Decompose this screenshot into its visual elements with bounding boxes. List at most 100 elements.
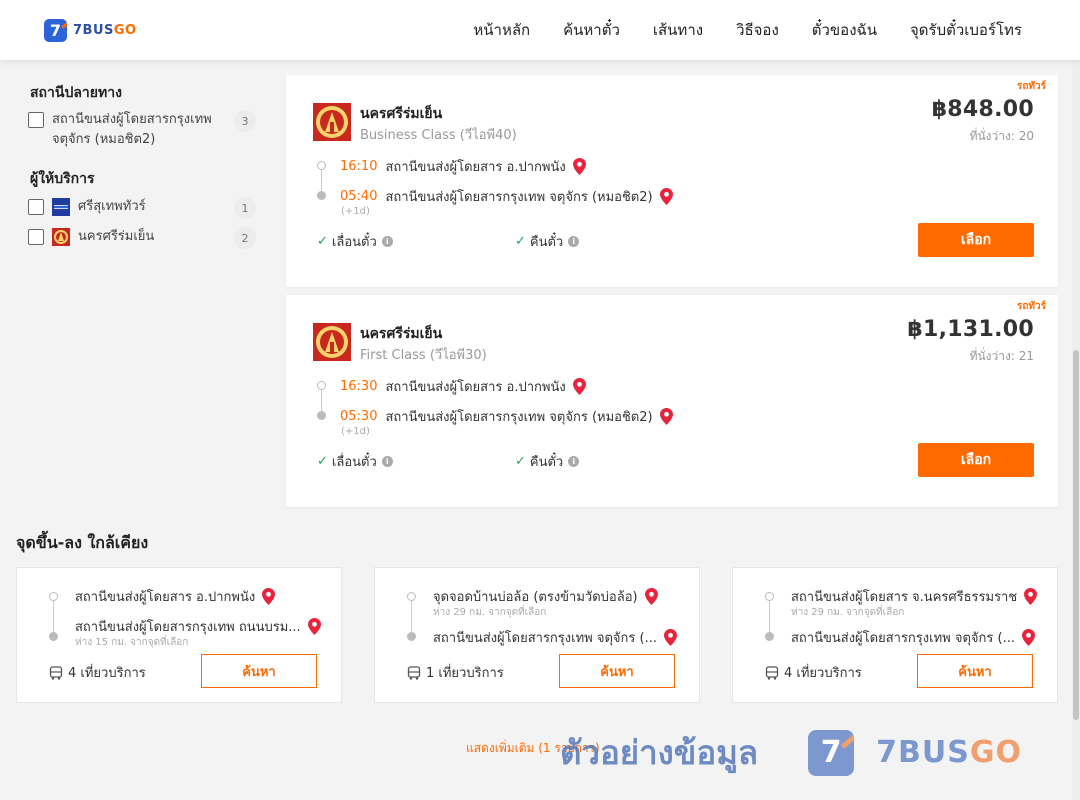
- refund-label: คืนตั๋ว: [529, 235, 564, 250]
- operator-count: 2: [234, 227, 256, 249]
- trip-count: 4 เที่ยวบริการ: [765, 662, 862, 683]
- nearby-search-button[interactable]: ค้นหา: [917, 654, 1033, 688]
- sample-watermark: ตัวอย่างข้อมูล 7 7BUSGO: [560, 726, 1022, 779]
- nearby-to-stop: สถานีขนส่งผู้โดยสารกรุงเทพ ถนนบรม...: [75, 616, 321, 637]
- map-pin-icon[interactable]: [572, 378, 586, 395]
- srisuthep-logo-icon: [52, 198, 70, 216]
- arrive-stop: 05:40 สถานีขนส่งผู้โดยสารกรุงเทพ จตุจักร…: [340, 186, 673, 207]
- trip-count-label: 4 เที่ยวบริการ: [68, 666, 146, 681]
- info-icon[interactable]: i: [568, 456, 580, 467]
- destination-filter-title: สถานีปลายทาง: [30, 85, 122, 101]
- from-distance: ห่าง 29 กม. จากจุดที่เลือก: [433, 607, 547, 618]
- bus-icon: [765, 665, 779, 680]
- nav-my-tickets[interactable]: ตั๋วของฉัน: [812, 18, 877, 42]
- map-pin-icon[interactable]: [572, 158, 586, 175]
- refund-label: คืนตั๋ว: [529, 455, 564, 470]
- operator-name: นครศรีร่มเย็น: [360, 326, 443, 342]
- operator-filter-item-nakhonsi[interactable]: นครศรีร่มเย็น 2: [28, 227, 256, 249]
- map-pin-icon[interactable]: [659, 188, 673, 205]
- map-pin-icon[interactable]: [663, 629, 677, 646]
- watermark-brand-a: 7BUS: [876, 735, 970, 770]
- logo-icon: 7: [44, 19, 67, 42]
- timeline-line: [411, 598, 412, 632]
- to-dot: [49, 632, 58, 641]
- map-pin-icon[interactable]: [1024, 588, 1038, 605]
- arrive-time: 05:40: [340, 189, 378, 204]
- from-station: สถานีขนส่งผู้โดยสาร จ.นครศรีธรรมราช: [791, 590, 1018, 605]
- map-pin-icon[interactable]: [1021, 629, 1035, 646]
- operator-label: นครศรีร่มเย็น: [78, 229, 155, 244]
- top-header: 7 7BUSGO หน้าหลัก ค้นหาตั๋ว เส้นทาง วิธี…: [0, 0, 1080, 60]
- arrive-time: 05:30: [340, 409, 378, 424]
- seats-available: ที่นั่งว่าง: 21: [969, 349, 1034, 363]
- watermark-logo-icon: 7: [808, 729, 855, 776]
- operator-filter-item-srisuthep[interactable]: ศรีสุเทพทัวร์ 1: [28, 197, 256, 219]
- trip-price: ฿1,131.00: [907, 317, 1034, 342]
- to-dot: [407, 632, 416, 641]
- destination-label: สถานีขนส่งผู้โดยสารกรุงเทพ จตุจักร (หมอช…: [52, 112, 212, 147]
- check-icon: ✓: [515, 454, 526, 469]
- reschedule-policy: ✓ เลื่อนตั๋ว i: [317, 231, 393, 252]
- operator-checkbox[interactable]: [28, 229, 44, 245]
- watermark-brand-b: GO: [969, 735, 1022, 770]
- nearby-from-stop: สถานีขนส่งผู้โดยสาร จ.นครศรีธรรมราช: [791, 586, 1038, 607]
- map-pin-icon[interactable]: [307, 618, 321, 635]
- show-more-link[interactable]: แสดงเพิ่มเติม (1 รายการ): [466, 739, 600, 758]
- reschedule-policy: ✓ เลื่อนตั๋ว i: [317, 451, 393, 472]
- to-distance: ห่าง 15 กม. จากจุดที่เลือก: [75, 637, 189, 648]
- nav-search-ticket[interactable]: ค้นหาตั๋ว: [563, 18, 620, 42]
- map-pin-icon[interactable]: [262, 588, 276, 605]
- timeline-line: [321, 167, 322, 193]
- operator-filter-title: ผู้ให้บริการ: [30, 171, 95, 187]
- arrive-dot: [317, 411, 326, 420]
- map-pin-icon[interactable]: [644, 588, 658, 605]
- scrollbar-thumb[interactable]: [1073, 350, 1079, 720]
- operator-checkbox[interactable]: [28, 199, 44, 215]
- site-logo[interactable]: 7 7BUSGO: [44, 19, 137, 42]
- timeline-line: [53, 598, 54, 632]
- nearby-search-button[interactable]: ค้นหา: [201, 654, 317, 688]
- nav-how-to-book[interactable]: วิธีจอง: [736, 18, 779, 42]
- destination-checkbox[interactable]: [28, 112, 44, 128]
- nearby-to-stop: สถานีขนส่งผู้โดยสารกรุงเทพ จตุจักร (...: [791, 627, 1035, 648]
- to-station: สถานีขนส่งผู้โดยสารกรุงเทพ จตุจักร (...: [791, 631, 1015, 646]
- trip-count-label: 1 เที่ยวบริการ: [426, 666, 504, 681]
- destination-filter-item[interactable]: สถานีขนส่งผู้โดยสารกรุงเทพ จตุจักร (หมอช…: [28, 110, 256, 150]
- trip-card: รถทัวร์ นครศรีร่มเย็น First Class (วีไอพ…: [286, 295, 1058, 507]
- map-pin-icon[interactable]: [659, 408, 673, 425]
- nav-routes[interactable]: เส้นทาง: [653, 18, 703, 42]
- arrive-stop: 05:30 สถานีขนส่งผู้โดยสารกรุงเทพ จตุจักร…: [340, 406, 673, 427]
- select-trip-button[interactable]: เลือก: [918, 443, 1034, 477]
- nearby-route-card: สถานีขนส่งผู้โดยสาร จ.นครศรีธรรมราช ห่าง…: [732, 567, 1058, 703]
- depart-time: 16:30: [340, 379, 378, 394]
- operator-count: 1: [234, 197, 256, 219]
- trip-type-badge: รถทัวร์: [1016, 81, 1046, 92]
- info-icon[interactable]: i: [381, 236, 393, 247]
- nearby-to-stop: สถานีขนส่งผู้โดยสารกรุงเทพ จตุจักร (...: [433, 627, 677, 648]
- destination-count: 3: [234, 110, 256, 132]
- logo-text-a: 7BUS: [73, 23, 114, 38]
- depart-time: 16:10: [340, 159, 378, 174]
- from-station: สถานีขนส่งผู้โดยสาร อ.ปากพนัง: [75, 590, 256, 605]
- to-station: สถานีขนส่งผู้โดยสารกรุงเทพ จตุจักร (...: [433, 631, 657, 646]
- trip-count: 4 เที่ยวบริการ: [49, 662, 146, 683]
- nav-ticket-pickup[interactable]: จุดรับตั๋วเบอร์โทร: [910, 18, 1022, 42]
- operator-label: ศรีสุเทพทัวร์: [78, 199, 146, 214]
- to-dot: [765, 632, 774, 641]
- trip-count: 1 เที่ยวบริการ: [407, 662, 504, 683]
- select-trip-button[interactable]: เลือก: [918, 223, 1034, 257]
- bus-icon: [49, 665, 63, 680]
- main-nav: หน้าหลัก ค้นหาตั๋ว เส้นทาง วิธีจอง ตั๋วข…: [440, 0, 1022, 60]
- info-icon[interactable]: i: [381, 456, 393, 467]
- bus-class: Business Class (วีไอพี40): [360, 128, 517, 143]
- depart-stop: 16:10 สถานีขนส่งผู้โดยสาร อ.ปากพนัง: [340, 156, 586, 177]
- refund-policy: ✓ คืนตั๋ว i: [515, 451, 580, 472]
- trip-type-badge: รถทัวร์: [1016, 301, 1046, 312]
- trip-card: รถทัวร์ นครศรีร่มเย็น Business Class (วี…: [286, 75, 1058, 287]
- logo-text-b: GO: [113, 23, 137, 38]
- nearby-search-button[interactable]: ค้นหา: [559, 654, 675, 688]
- nav-home[interactable]: หน้าหลัก: [473, 18, 530, 42]
- arrive-station: สถานีขนส่งผู้โดยสารกรุงเทพ จตุจักร (หมอช…: [385, 410, 653, 425]
- info-icon[interactable]: i: [568, 236, 580, 247]
- check-icon: ✓: [515, 234, 526, 249]
